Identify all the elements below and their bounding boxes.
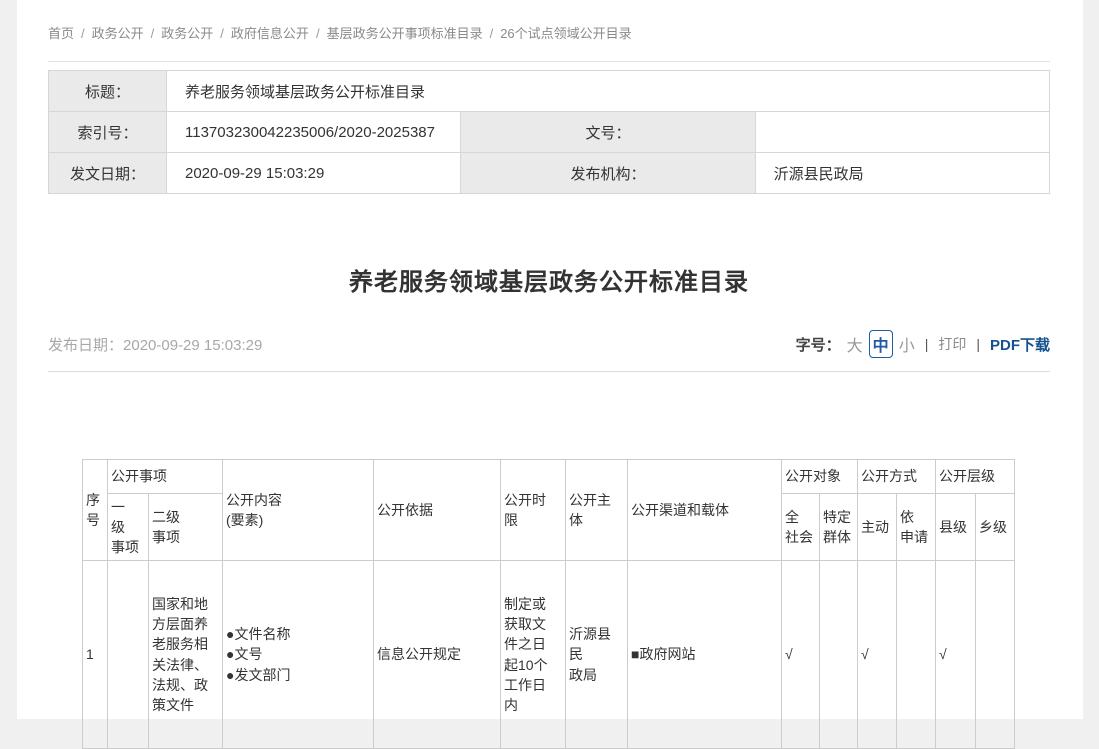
header-time-limit: 公开时 限 <box>501 460 566 561</box>
cell-township <box>976 561 1015 749</box>
header-township: 乡级 <box>976 494 1015 561</box>
table-row: 标题： 养老服务领域基层政务公开标准目录 <box>49 71 1050 112</box>
cell-level1 <box>108 561 149 749</box>
breadcrumb-divider <box>48 61 1050 62</box>
cell-level2: 国家和地 方层面养 老服务相 关法律、 法规、政 策文件 <box>149 561 223 749</box>
toolbar-separator: | <box>925 336 929 352</box>
header-disclosure-item: 公开事项 <box>108 460 223 494</box>
info-title-label: 标题： <box>49 71 167 112</box>
print-button[interactable]: 打印 <box>938 334 966 354</box>
disclosure-catalog-table: 序 号 公开事项 公开内容 (要素) 公开依据 公开时 限 公开主体 公开渠道和… <box>82 459 1015 749</box>
breadcrumb: 首页 / 政务公开 / 政务公开 / 政府信息公开 / 基层政务公开事项标准目录 / 26个试点领域… <box>48 0 1050 40</box>
breadcrumb-separator: / <box>490 26 494 41</box>
info-index-label: 索引号： <box>49 112 167 153</box>
header-level: 公开层级 <box>936 460 1015 494</box>
info-issue-date-label: 发文日期： <box>49 153 167 194</box>
header-level2: 二级 事项 <box>149 494 223 561</box>
header-on-request: 依 申请 <box>897 494 936 561</box>
breadcrumb-separator: / <box>220 26 224 41</box>
header-all-society: 全 社会 <box>782 494 820 561</box>
breadcrumb-item-gov-info[interactable]: 政府信息公开 <box>231 26 309 41</box>
cell-content: ●文件名称 ●文号 ●发文部门 <box>223 561 374 749</box>
cell-on-request <box>897 561 936 749</box>
info-agency-value: 沂源县民政局 <box>755 153 1049 194</box>
font-size-label: 字号： <box>796 334 841 355</box>
table-row: 发文日期： 2020-09-29 15:03:29 发布机构： 沂源县民政局 <box>49 153 1050 194</box>
header-basis: 公开依据 <box>374 460 501 561</box>
header-specific-group: 特定 群体 <box>820 494 858 561</box>
publish-date-value: 2020-09-29 15:03:29 <box>123 337 262 354</box>
header-subject: 公开主体 <box>566 460 628 561</box>
header-content: 公开内容 (要素) <box>223 460 374 561</box>
cell-basis: 信息公开规定 <box>374 561 501 749</box>
cell-proactive: √ <box>858 561 897 749</box>
table-header-row-1: 序 号 公开事项 公开内容 (要素) 公开依据 公开时 限 公开主体 公开渠道和… <box>83 460 1015 494</box>
header-method: 公开方式 <box>858 460 936 494</box>
article-divider <box>48 371 1050 372</box>
breadcrumb-item-pilot-catalog[interactable]: 26个试点领域公开目录 <box>500 26 631 41</box>
info-index-value: 113703230042235006/2020-2025387 <box>167 112 461 153</box>
breadcrumb-item-zhengwu-gongkai-2[interactable]: 政务公开 <box>161 26 213 41</box>
font-size-large-button[interactable]: 大 <box>847 332 863 356</box>
info-doc-number-value <box>755 112 1049 153</box>
header-audience: 公开对象 <box>782 460 858 494</box>
breadcrumb-separator: / <box>316 26 320 41</box>
publish-date-label: 发布日期： <box>48 337 123 354</box>
page-card: 首页 / 政务公开 / 政务公开 / 政府信息公开 / 基层政务公开事项标准目录 / 26个试点领域… <box>17 0 1083 719</box>
header-county: 县级 <box>936 494 976 561</box>
document-info-table: 标题： 养老服务领域基层政务公开标准目录 索引号： 11370323004223… <box>48 70 1050 194</box>
pdf-download-link[interactable]: PDF下载 <box>990 334 1050 355</box>
info-title-value: 养老服务领域基层政务公开标准目录 <box>167 71 1050 112</box>
header-channel: 公开渠道和载体 <box>628 460 782 561</box>
header-proactive: 主动 <box>858 494 897 561</box>
font-size-small-button[interactable]: 小 <box>899 332 915 356</box>
cell-time-limit: 制定或 获取文 件之日 起10个 工作日 内 <box>501 561 566 749</box>
info-doc-number-label: 文号： <box>461 112 755 153</box>
table-row: 1 国家和地 方层面养 老服务相 关法律、 法规、政 策文件 ●文件名称 ●文号… <box>83 561 1015 749</box>
toolbar-separator: | <box>976 336 980 352</box>
info-issue-date-value: 2020-09-29 15:03:29 <box>167 153 461 194</box>
header-level1: 一 级 事项 <box>108 494 149 561</box>
cell-county: √ <box>936 561 976 749</box>
breadcrumb-item-standard-catalog[interactable]: 基层政务公开事项标准目录 <box>327 26 483 41</box>
font-size-medium-button[interactable]: 中 <box>869 330 893 358</box>
article-toolbar: 字号： 大 中 小 | 打印 | PDF下载 <box>796 330 1050 358</box>
page-title: 养老服务领域基层政务公开标准目录 <box>48 262 1050 297</box>
breadcrumb-item-home[interactable]: 首页 <box>48 26 74 41</box>
cell-specific-group <box>820 561 858 749</box>
cell-channel: ■政府网站 <box>628 561 782 749</box>
info-agency-label: 发布机构： <box>461 153 755 194</box>
breadcrumb-item-zhengwu-gongkai-1[interactable]: 政务公开 <box>92 26 144 41</box>
breadcrumb-separator: / <box>151 26 155 41</box>
header-seq: 序 号 <box>83 460 108 561</box>
cell-subject: 沂源县民 政局 <box>566 561 628 749</box>
publish-date: 发布日期：2020-09-29 15:03:29 <box>48 334 262 355</box>
breadcrumb-separator: / <box>81 26 85 41</box>
cell-all-society: √ <box>782 561 820 749</box>
article-meta-row: 发布日期：2020-09-29 15:03:29 字号： 大 中 小 | 打印 … <box>48 330 1050 358</box>
cell-seq: 1 <box>83 561 108 749</box>
table-row: 索引号： 113703230042235006/2020-2025387 文号： <box>49 112 1050 153</box>
